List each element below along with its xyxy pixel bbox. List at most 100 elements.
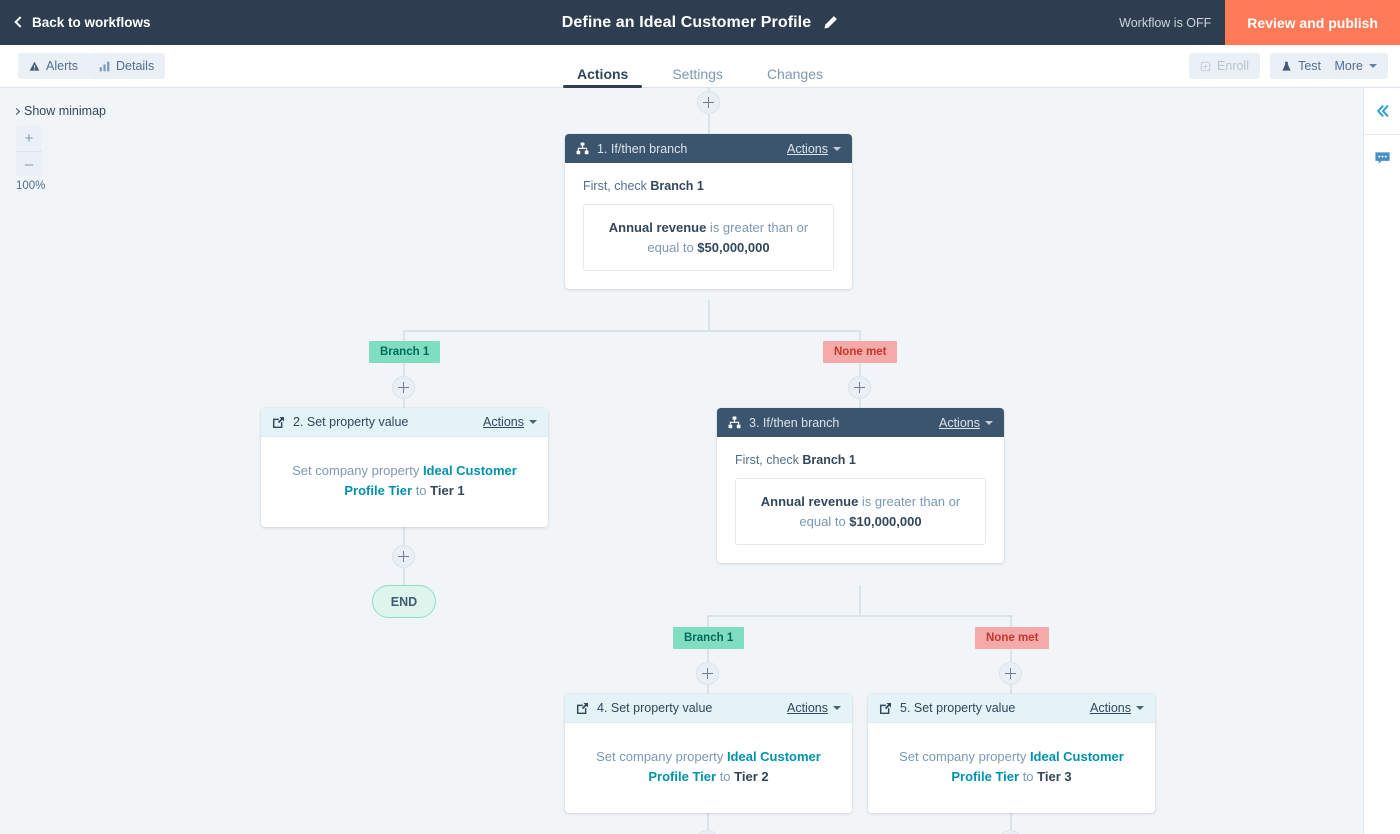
node-2-body: Set company property Ideal Customer Prof… xyxy=(261,437,548,527)
chevron-down-icon xyxy=(833,146,841,151)
node-5-description: Set company property Ideal Customer Prof… xyxy=(899,749,1124,785)
double-chevron-left-icon xyxy=(1376,105,1388,117)
tab-settings[interactable]: Settings xyxy=(650,45,745,88)
node-3-title: 3. If/then branch xyxy=(749,415,840,430)
back-to-workflows-link[interactable]: Back to workflows xyxy=(14,15,151,30)
add-step-button-nonemet1[interactable] xyxy=(848,376,871,399)
node-5-body: Set company property Ideal Customer Prof… xyxy=(868,723,1155,813)
chevron-down-icon xyxy=(1136,706,1144,710)
node-4-body: Set company property Ideal Customer Prof… xyxy=(565,723,852,813)
show-minimap-toggle[interactable]: Show minimap xyxy=(12,104,106,118)
top-navigation-bar: Back to workflows Define an Ideal Custom… xyxy=(0,0,1400,45)
set-property-icon xyxy=(879,702,892,714)
connector-split-bar xyxy=(404,330,861,332)
branch-label-yes-3: Branch 1 xyxy=(673,627,745,649)
tab-changes[interactable]: Changes xyxy=(745,45,845,88)
node-2-title: 2. Set property value xyxy=(293,415,409,429)
node-3-body: First, check Branch 1 Annual revenue is … xyxy=(717,437,1004,563)
pencil-icon[interactable] xyxy=(823,15,838,30)
enroll-label: Enroll xyxy=(1217,59,1249,73)
zoom-controls: + – xyxy=(16,126,42,176)
add-step-button-branch1[interactable] xyxy=(392,376,415,399)
node-3-condition: Annual revenue is greater than or equal … xyxy=(735,478,986,545)
topbar-right-group: Workflow is OFF Review and publish xyxy=(1119,0,1400,45)
connector-line xyxy=(707,811,709,831)
test-button[interactable]: Test xyxy=(1270,53,1332,79)
workflow-status-text: Workflow is OFF xyxy=(1119,15,1212,30)
connector-line xyxy=(707,684,709,694)
chevron-left-icon xyxy=(14,16,26,28)
enroll-button[interactable]: Enroll xyxy=(1189,53,1260,79)
review-and-publish-button[interactable]: Review and publish xyxy=(1225,0,1400,45)
workflow-node-3[interactable]: 3. If/then branch Actions First, check B… xyxy=(717,408,1004,563)
chevron-right-icon xyxy=(12,107,21,115)
chevron-down-icon xyxy=(1369,64,1377,68)
node-2-actions-menu[interactable]: Actions xyxy=(483,415,537,429)
connector-line xyxy=(1010,811,1012,831)
end-node: END xyxy=(372,585,436,618)
enroll-icon xyxy=(1200,61,1211,71)
zoom-in-button[interactable]: + xyxy=(16,126,42,151)
zoom-level-label: 100% xyxy=(16,180,46,192)
node-1-actions-menu[interactable]: Actions xyxy=(787,142,841,156)
connector-line xyxy=(1010,649,1012,663)
connector-line xyxy=(707,649,709,663)
add-step-button-after-card4[interactable] xyxy=(696,830,719,834)
node-4-title: 4. Set property value xyxy=(597,701,713,715)
node-5-header: 5. Set property value Actions xyxy=(868,694,1155,723)
node-3-actions-menu[interactable]: Actions xyxy=(939,416,993,430)
workflow-node-1[interactable]: 1. If/then branch Actions First, check B… xyxy=(565,134,852,289)
node-4-actions-menu[interactable]: Actions xyxy=(787,701,841,715)
add-step-button-before-end[interactable] xyxy=(392,545,415,568)
node-1-title: 1. If/then branch xyxy=(597,141,688,156)
back-to-workflows-label: Back to workflows xyxy=(32,15,151,30)
node-3-header: 3. If/then branch Actions xyxy=(717,408,1004,437)
comments-button[interactable] xyxy=(1364,135,1400,181)
chevron-down-icon xyxy=(833,706,841,710)
right-rail xyxy=(1363,88,1400,834)
workflow-node-5[interactable]: 5. Set property value Actions Set compan… xyxy=(868,694,1155,814)
chevron-down-icon xyxy=(529,420,537,424)
workflow-node-2[interactable]: 2. Set property value Actions Set compan… xyxy=(261,408,548,528)
connector-line xyxy=(1010,684,1012,694)
connector-line xyxy=(859,398,861,408)
workflow-canvas[interactable]: Show minimap + – 100% Branch 1 None met … xyxy=(0,88,1363,834)
node-4-description: Set company property Ideal Customer Prof… xyxy=(596,749,821,785)
branch-label-yes-1: Branch 1 xyxy=(369,341,441,363)
set-property-icon xyxy=(272,416,285,428)
connector-line xyxy=(403,526,405,545)
chevron-down-icon xyxy=(985,420,993,425)
node-1-header: 1. If/then branch Actions xyxy=(565,134,852,163)
comment-bubble-icon xyxy=(1375,151,1390,164)
more-label: More xyxy=(1334,59,1363,73)
workflow-node-4[interactable]: 4. Set property value Actions Set compan… xyxy=(565,694,852,814)
show-minimap-label: Show minimap xyxy=(24,104,106,118)
connector-line xyxy=(708,300,710,331)
add-step-button-after-card5[interactable] xyxy=(999,830,1022,834)
connector-line xyxy=(708,113,710,134)
branch-label-none-met-3: None met xyxy=(975,627,1050,649)
test-label: Test xyxy=(1298,59,1321,73)
node-3-first-check: First, check Branch 1 xyxy=(735,453,856,467)
node-2-description: Set company property Ideal Customer Prof… xyxy=(292,463,517,499)
tab-actions[interactable]: Actions xyxy=(555,45,650,88)
flask-icon xyxy=(1282,61,1291,71)
add-step-button-branch3[interactable] xyxy=(696,662,719,685)
node-1-body: First, check Branch 1 Annual revenue is … xyxy=(565,163,852,289)
zoom-out-button[interactable]: – xyxy=(16,151,42,176)
node-2-header: 2. Set property value Actions xyxy=(261,408,548,437)
branch-icon xyxy=(728,416,741,429)
collapse-panel-button[interactable] xyxy=(1364,88,1400,134)
set-property-icon xyxy=(576,702,589,714)
add-step-button-top[interactable] xyxy=(697,91,720,114)
node-1-condition: Annual revenue is greater than or equal … xyxy=(583,204,834,271)
connector-split-bar xyxy=(708,615,1013,617)
page-title: Define an Ideal Customer Profile xyxy=(561,13,812,31)
branch-icon xyxy=(576,142,589,155)
node-5-actions-menu[interactable]: Actions xyxy=(1090,701,1144,715)
add-step-button-nonemet3[interactable] xyxy=(999,662,1022,685)
node-4-header: 4. Set property value Actions xyxy=(565,694,852,723)
node-1-first-check: First, check Branch 1 xyxy=(583,179,704,193)
more-button[interactable]: More xyxy=(1323,53,1388,79)
connector-line xyxy=(403,398,405,408)
